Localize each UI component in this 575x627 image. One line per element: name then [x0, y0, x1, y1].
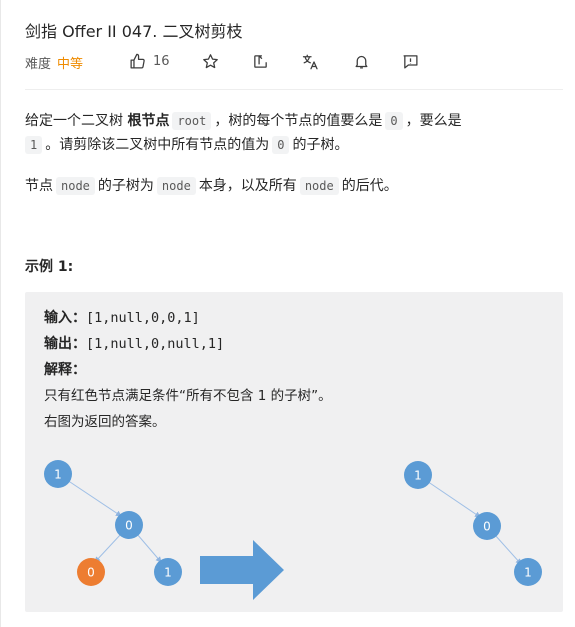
problem-title: 剑指 Offer II 047. 二叉树剪枝: [25, 22, 243, 41]
node-label: 1: [524, 566, 532, 580]
header-divider: [25, 89, 563, 90]
inline-code: node: [299, 177, 339, 195]
text: 给定一个二叉树: [25, 113, 128, 129]
tree-node: 1: [154, 558, 182, 586]
favorite-button[interactable]: [202, 53, 219, 74]
tree-node-removed: 0: [77, 558, 105, 586]
text: ，树的每个节点的值要么是: [214, 113, 383, 129]
node-label: 1: [414, 469, 422, 483]
tree-edge: [94, 533, 122, 563]
tree-edge: [494, 534, 522, 565]
node-label: 0: [87, 566, 95, 580]
tree-node: 0: [473, 512, 501, 540]
tree-node: 0: [115, 511, 143, 539]
example-box: 输入：[1,null,0,0,1] 输出：[1,null,0,null,1] 解…: [25, 292, 563, 612]
text: 的子树为: [97, 178, 154, 194]
text: 本身，以及所有: [198, 178, 297, 194]
description-paragraph-1: 给定一个二叉树 根节点 root ，树的每个节点的值要么是 0 ，要么是 1 。请剪除该二叉…: [25, 109, 545, 157]
example-title: 示例 1:: [25, 259, 74, 275]
node-label: 1: [54, 468, 62, 482]
bell-icon: [353, 53, 370, 70]
problem-meta-bar: 难度 中等: [25, 52, 83, 72]
tree-node: 1: [404, 461, 432, 489]
tree-edge: [136, 533, 162, 563]
text: 的后代。: [341, 178, 398, 194]
inline-code: 0: [272, 136, 290, 154]
like-button[interactable]: 16: [129, 53, 170, 70]
tree-diagram: 1 0 0 1 1 0 1: [44, 460, 542, 600]
tree-node: 1: [44, 460, 72, 488]
share-button[interactable]: [252, 53, 269, 74]
description-paragraph-2: 节点 node 的子树为 node 本身，以及所有 node 的后代。: [25, 174, 545, 198]
node-label: 0: [483, 520, 491, 534]
inline-code: node: [56, 177, 95, 195]
inline-code: 0: [385, 112, 403, 130]
transform-arrow: [200, 540, 284, 600]
tree-node: 1: [514, 558, 542, 586]
thumbs-up-icon: [129, 53, 146, 70]
inline-code: root: [172, 112, 212, 130]
difficulty-badge: 中等: [57, 56, 84, 72]
star-icon: [202, 53, 219, 70]
feedback-icon: [402, 53, 419, 70]
share-icon: [252, 53, 269, 70]
text: 的子树。: [292, 137, 349, 153]
text: 节点: [25, 178, 53, 194]
translate-icon: [302, 53, 320, 71]
translate-button[interactable]: [302, 53, 320, 75]
text: 。请剪除该二叉树中所有节点的值为: [45, 137, 270, 153]
text: ，要么是: [405, 113, 462, 129]
notify-button[interactable]: [353, 53, 370, 74]
difficulty-label: 难度: [25, 56, 52, 72]
inline-code: 1: [25, 136, 43, 154]
like-count: 16: [153, 54, 170, 69]
feedback-button[interactable]: [402, 53, 419, 74]
inline-code: node: [156, 177, 196, 195]
node-label: 1: [164, 566, 172, 580]
node-label: 0: [125, 519, 133, 533]
bold-term: 根节点: [127, 113, 170, 129]
left-border: [0, 0, 1, 627]
